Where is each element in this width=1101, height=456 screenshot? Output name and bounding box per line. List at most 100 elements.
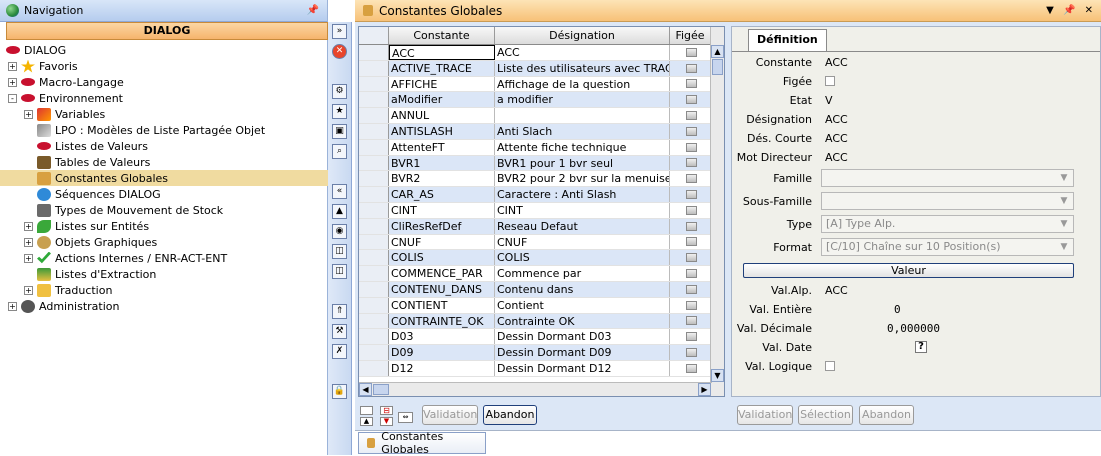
scroll-up-icon[interactable]: ▲ bbox=[711, 45, 724, 58]
cell-figee[interactable] bbox=[670, 314, 710, 329]
row-indicator[interactable] bbox=[359, 123, 389, 139]
table-row[interactable]: D03 Dessin Dormant D03 bbox=[359, 329, 724, 346]
window-icon[interactable]: ▣ bbox=[332, 124, 347, 139]
table-row[interactable]: ACTIVE_TRACE Liste des utilisateurs avec … bbox=[359, 60, 724, 77]
collapse-button[interactable]: « bbox=[332, 184, 347, 199]
cell-figee[interactable] bbox=[670, 92, 710, 107]
expand-icon[interactable]: + bbox=[8, 77, 17, 87]
cell-figee[interactable] bbox=[670, 298, 710, 313]
cell-figee[interactable] bbox=[670, 187, 710, 202]
cell-constante[interactable]: CONTRAINTE_OK bbox=[389, 313, 495, 329]
figee-checkbox[interactable] bbox=[685, 47, 697, 57]
expand-icon[interactable]: + bbox=[24, 237, 33, 247]
tree-item-listes-d-extraction[interactable]: Listes d'Extraction bbox=[0, 266, 328, 282]
up-arrow-icon[interactable]: ▲ bbox=[332, 204, 347, 219]
cell-constante[interactable]: ACC bbox=[389, 45, 495, 60]
tree-item-variables[interactable]: + Variables bbox=[0, 106, 328, 122]
table-row[interactable]: ANTISLASH Anti Slach bbox=[359, 123, 724, 140]
cell-figee[interactable] bbox=[670, 45, 710, 60]
pin-icon[interactable]: 📌 bbox=[307, 5, 319, 16]
constants-grid[interactable]: Constante Désignation Figée ACC ACC ACTIVE… bbox=[358, 26, 725, 397]
tree-item-s-quences-dialog[interactable]: Séquences DIALOG bbox=[0, 186, 328, 202]
figee-checkbox[interactable] bbox=[685, 237, 697, 247]
cell-designation[interactable]: Liste des utilisateurs avec TRACE bbox=[495, 60, 670, 76]
row-indicator[interactable] bbox=[359, 329, 389, 345]
globe-small-icon[interactable]: ◉ bbox=[332, 224, 347, 239]
row-indicator[interactable] bbox=[359, 139, 389, 155]
cell-designation[interactable]: Anti Slach bbox=[495, 123, 670, 139]
favorite-star-icon[interactable]: ★ bbox=[332, 104, 347, 119]
tree-item-favoris[interactable]: + Favoris bbox=[0, 58, 328, 74]
cell-figee[interactable] bbox=[670, 171, 710, 186]
cell-designation[interactable]: BVR2 pour 2 bvr sur la menuiserie bbox=[495, 171, 670, 187]
cell-figee[interactable] bbox=[670, 77, 710, 92]
row-indicator[interactable] bbox=[359, 60, 389, 76]
close-icon[interactable]: ✕ bbox=[1085, 5, 1093, 16]
validation-button[interactable]: Validation bbox=[422, 405, 478, 425]
tree-item-objets-graphiques[interactable]: + Objets Graphiques bbox=[0, 234, 328, 250]
figee-checkbox[interactable] bbox=[685, 332, 697, 342]
row-indicator[interactable] bbox=[359, 297, 389, 313]
table-row[interactable]: AttenteFT Attente fiche technique bbox=[359, 139, 724, 156]
table-row[interactable]: BVR2 BVR2 pour 2 bvr sur la menuiserie bbox=[359, 171, 724, 188]
table-row[interactable]: COMMENCE_PAR Commence par bbox=[359, 266, 724, 282]
cell-constante[interactable]: ANNUL bbox=[389, 108, 495, 123]
table-row[interactable]: aModifier a modifier bbox=[359, 92, 724, 109]
tree-item-traduction[interactable]: + Traduction bbox=[0, 282, 328, 298]
cell-designation[interactable]: Contrainte OK bbox=[495, 313, 670, 329]
cell-figee[interactable] bbox=[670, 219, 710, 234]
cell-constante[interactable]: CliResRefDef bbox=[389, 218, 495, 234]
cell-figee[interactable] bbox=[670, 156, 710, 171]
expand-icon[interactable]: + bbox=[8, 301, 17, 311]
tree-item-tables-de-valeurs[interactable]: Tables de Valeurs bbox=[0, 154, 328, 170]
tree-item-administration[interactable]: + Administration bbox=[0, 298, 328, 314]
row-indicator[interactable] bbox=[359, 92, 389, 108]
tree-item-environnement[interactable]: - Environnement bbox=[0, 90, 328, 106]
tools-icon[interactable]: ⚒ bbox=[332, 324, 347, 339]
table-row[interactable]: COLIS COLIS bbox=[359, 250, 724, 267]
figee-checkbox[interactable] bbox=[685, 111, 697, 121]
table-row[interactable]: CAR_AS Caractere : Anti Slash bbox=[359, 187, 724, 203]
cell-constante[interactable]: COLIS bbox=[389, 250, 495, 266]
lock-icon[interactable]: 🔒 bbox=[332, 384, 347, 399]
cell-designation[interactable]: Caractere : Anti Slash bbox=[495, 187, 670, 202]
row-indicator[interactable] bbox=[359, 234, 389, 250]
settings-icon[interactable]: ⚙ bbox=[332, 84, 347, 99]
val-logique-checkbox[interactable] bbox=[825, 361, 835, 371]
row-indicator[interactable] bbox=[359, 108, 389, 123]
cell-constante[interactable]: AttenteFT bbox=[389, 139, 495, 155]
format-select[interactable]: [C/10] Chaîne sur 10 Position(s) ▼ bbox=[821, 238, 1074, 256]
horizontal-scrollbar[interactable]: ◀ ▶ bbox=[359, 382, 712, 396]
cell-figee[interactable] bbox=[670, 235, 710, 250]
date-picker-button[interactable]: ? bbox=[915, 341, 927, 353]
figee-checkbox[interactable] bbox=[685, 190, 697, 200]
cell-constante[interactable]: COMMENCE_PAR bbox=[389, 266, 495, 281]
expand-icon[interactable]: + bbox=[24, 221, 33, 231]
cell-designation[interactable]: BVR1 pour 1 bvr seul bbox=[495, 155, 670, 171]
selection-button[interactable]: Sélection bbox=[798, 405, 853, 425]
figee-checkbox[interactable] bbox=[685, 300, 697, 310]
move-up-icon[interactable]: ▲ bbox=[360, 417, 373, 426]
type-select[interactable]: [A] Type Alp. ▼ bbox=[821, 215, 1074, 233]
table-row[interactable]: AFFICHE Affichage de la question bbox=[359, 76, 724, 93]
cell-constante[interactable]: CNUF bbox=[389, 234, 495, 250]
cell-designation[interactable]: Attente fiche technique bbox=[495, 139, 670, 155]
row-indicator[interactable] bbox=[359, 360, 389, 376]
cell-figee[interactable] bbox=[670, 140, 710, 155]
row-indicator[interactable] bbox=[359, 202, 389, 218]
cell-constante[interactable]: ANTISLASH bbox=[389, 123, 495, 139]
tree-item-lpo-mod-les-de-liste-partag-e-objet[interactable]: LPO : Modèles de Liste Partagée Objet bbox=[0, 122, 328, 138]
table-row[interactable]: CONTRAINTE_OK Contrainte OK bbox=[359, 313, 724, 330]
hscrollbar-thumb[interactable] bbox=[373, 384, 389, 395]
figee-checkbox[interactable] bbox=[685, 174, 697, 184]
cross-tool-icon[interactable]: ✗ bbox=[332, 344, 347, 359]
definition-abandon-button[interactable]: Abandon bbox=[859, 405, 914, 425]
figee-checkbox[interactable] bbox=[685, 158, 697, 168]
cell-designation[interactable]: Reseau Defaut bbox=[495, 218, 670, 234]
cell-constante[interactable]: D09 bbox=[389, 345, 495, 360]
figee-checkbox[interactable] bbox=[685, 126, 697, 136]
table-row[interactable]: CliResRefDef Reseau Defaut bbox=[359, 218, 724, 235]
table-row[interactable]: CNUF CNUF bbox=[359, 234, 724, 251]
upload-icon[interactable]: ⇑ bbox=[332, 304, 347, 319]
pin-icon[interactable]: 📌 bbox=[1063, 5, 1075, 16]
